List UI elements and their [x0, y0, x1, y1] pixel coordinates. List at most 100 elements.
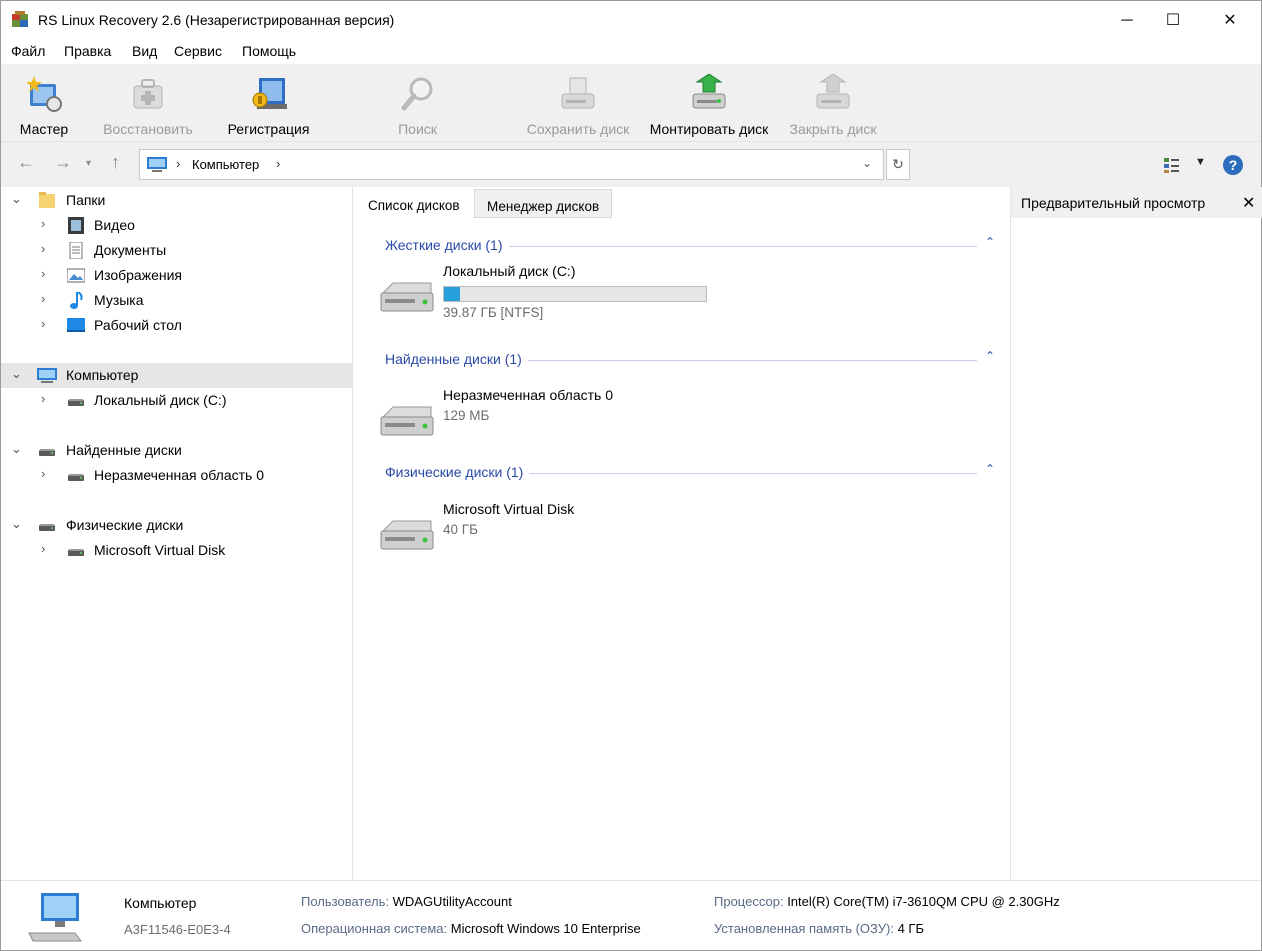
chevron-right-icon[interactable]: › — [41, 541, 45, 556]
menu-service[interactable]: Сервис — [174, 43, 222, 59]
tree-item-local-disk[interactable]: › Локальный диск (C:) — [1, 388, 352, 413]
group-title: Найденные диски (1) — [385, 351, 528, 367]
breadcrumb-computer[interactable]: Компьютер — [192, 157, 259, 172]
status-user-value: WDAGUtilityAccount — [392, 894, 512, 909]
chevron-down-icon[interactable]: ⌄ — [11, 366, 22, 382]
search-button[interactable]: Поиск — [385, 68, 450, 138]
desktop-icon — [67, 318, 85, 332]
help-icon[interactable]: ? — [1223, 155, 1243, 175]
chevron-down-icon[interactable]: ⌄ — [862, 156, 872, 170]
forward-arrow-icon[interactable]: → — [54, 152, 72, 173]
close-icon[interactable]: ✕ — [1242, 193, 1255, 213]
register-button[interactable]: Регистрация — [221, 68, 316, 138]
disk-item-local[interactable]: Локальный диск (C:) 39.87 ГБ [NTFS] — [379, 263, 979, 323]
tree-item-folders[interactable]: ⌄ Папки — [1, 188, 352, 213]
view-mode-icon[interactable] — [1163, 156, 1185, 174]
maximize-button[interactable]: ☐ — [1150, 1, 1196, 40]
tree-item-computer[interactable]: ⌄ Компьютер — [1, 363, 352, 388]
chevron-up-icon[interactable]: ⌃ — [985, 349, 995, 363]
address-bar[interactable]: › Компьютер › ⌄ — [139, 149, 884, 180]
disk-size: 40 ГБ — [443, 522, 478, 537]
tree-label: Документы — [94, 242, 167, 258]
chevron-right-icon[interactable]: › — [41, 241, 45, 256]
disk-item-virtual[interactable]: Microsoft Virtual Disk 40 ГБ — [379, 501, 979, 561]
folder-tree: ⌄ Папки › Видео › Документы › Изображени… — [1, 187, 353, 880]
close-disk-label: Закрыть диск — [789, 121, 877, 137]
close-disk-button[interactable]: Закрыть диск — [783, 68, 883, 138]
tree-item-virtual-disk[interactable]: › Microsoft Virtual Disk — [1, 538, 352, 563]
menu-edit[interactable]: Правка — [64, 43, 111, 59]
chevron-right-icon[interactable]: › — [41, 466, 45, 481]
status-name: Компьютер — [124, 895, 197, 911]
menu-view[interactable]: Вид — [132, 43, 157, 59]
tree-item-unallocated[interactable]: › Неразмеченная область 0 — [1, 463, 352, 488]
mount-disk-label: Монтировать диск — [649, 121, 769, 137]
chevron-right-icon[interactable]: › — [41, 266, 45, 281]
tree-item-documents[interactable]: › Документы — [1, 238, 352, 263]
save-disk-label: Сохранить диск — [526, 121, 630, 137]
tree-item-music[interactable]: › Музыка — [1, 288, 352, 313]
breadcrumb-separator[interactable]: › — [276, 156, 280, 171]
close-button[interactable]: ✕ — [1207, 1, 1253, 40]
group-hard-disks[interactable]: Жесткие диски (1) ⌃ — [385, 235, 995, 257]
up-arrow-icon[interactable]: ↑ — [111, 152, 120, 173]
drive-icon — [68, 549, 84, 556]
back-arrow-icon[interactable]: ← — [17, 152, 35, 173]
group-found-disks[interactable]: Найденные диски (1) ⌃ — [385, 349, 995, 371]
chevron-down-icon[interactable]: ⌄ — [11, 441, 22, 457]
chevron-right-icon[interactable]: › — [41, 316, 45, 331]
chevron-right-icon[interactable]: › — [41, 291, 45, 306]
folder-icon — [39, 192, 55, 208]
disk-item-unallocated[interactable]: Неразмеченная область 0 129 МБ — [379, 387, 979, 447]
close-disk-icon — [816, 74, 850, 109]
disk-name: Локальный диск (C:) — [443, 263, 576, 279]
tree-label: Компьютер — [66, 367, 139, 383]
mount-disk-button[interactable]: Монтировать диск — [642, 68, 776, 138]
tree-item-found-disks[interactable]: ⌄ Найденные диски — [1, 438, 352, 463]
hard-drive-icon — [380, 520, 434, 550]
master-button[interactable]: Мастер — [11, 68, 77, 138]
disk-size: 39.87 ГБ [NTFS] — [443, 305, 544, 320]
save-disk-icon — [561, 77, 595, 109]
status-panel: Компьютер A3F11546-E0E3-4 Пользователь: … — [1, 880, 1261, 950]
navigation-bar: ← → ▾ ↑ › Компьютер › ⌄ ↻ ▼ ? — [1, 142, 1261, 187]
tree-label: Рабочий стол — [94, 317, 182, 333]
window-title: RS Linux Recovery 2.6 (Незарегистрирован… — [38, 12, 395, 28]
group-title: Физические диски (1) — [385, 464, 530, 480]
tree-label: Microsoft Virtual Disk — [94, 542, 226, 558]
tree-label: Изображения — [94, 267, 182, 283]
search-icon — [401, 77, 432, 111]
minimize-button[interactable]: ─ — [1104, 1, 1150, 40]
save-disk-button[interactable]: Сохранить диск — [521, 68, 635, 138]
chevron-right-icon[interactable]: › — [41, 216, 45, 231]
preview-header: Предварительный просмотр ✕ — [1011, 187, 1262, 218]
tree-item-physical-disks[interactable]: ⌄ Физические диски — [1, 513, 352, 538]
status-user: Пользователь: WDAGUtilityAccount — [301, 894, 512, 909]
status-os-value: Microsoft Windows 10 Enterprise — [450, 921, 641, 936]
tree-item-video[interactable]: › Видео — [1, 213, 352, 238]
chevron-right-icon[interactable]: › — [41, 391, 45, 406]
menu-file[interactable]: Файл — [11, 43, 45, 59]
music-icon — [70, 292, 83, 309]
chevron-up-icon[interactable]: ⌃ — [985, 235, 995, 249]
drive-icon — [39, 524, 55, 531]
tree-label: Папки — [66, 192, 106, 208]
tab-disk-list[interactable]: Список дисков — [356, 189, 472, 218]
restore-button[interactable]: Восстановить — [99, 68, 197, 138]
tab-disk-manager[interactable]: Менеджер дисков — [474, 189, 613, 218]
register-icon — [252, 78, 287, 109]
refresh-button[interactable]: ↻ — [886, 149, 910, 180]
view-mode-dropdown-icon[interactable]: ▼ — [1195, 156, 1206, 168]
tree-item-images[interactable]: › Изображения — [1, 263, 352, 288]
group-title: Жесткие диски (1) — [385, 237, 509, 253]
menu-help[interactable]: Помощь — [242, 43, 296, 59]
history-dropdown-icon[interactable]: ▾ — [86, 158, 91, 169]
status-cpu-value: Intel(R) Core(TM) i7-3610QM CPU @ 2.30GH… — [787, 894, 1060, 909]
chevron-down-icon[interactable]: ⌄ — [11, 191, 22, 207]
preview-panel: Предварительный просмотр ✕ — [1010, 187, 1262, 880]
chevron-up-icon[interactable]: ⌃ — [985, 462, 995, 476]
tree-item-desktop[interactable]: › Рабочий стол — [1, 313, 352, 338]
group-physical-disks[interactable]: Физические диски (1) ⌃ — [385, 462, 995, 484]
status-ram-key: Установленная память (ОЗУ): — [714, 921, 894, 936]
chevron-down-icon[interactable]: ⌄ — [11, 516, 22, 532]
